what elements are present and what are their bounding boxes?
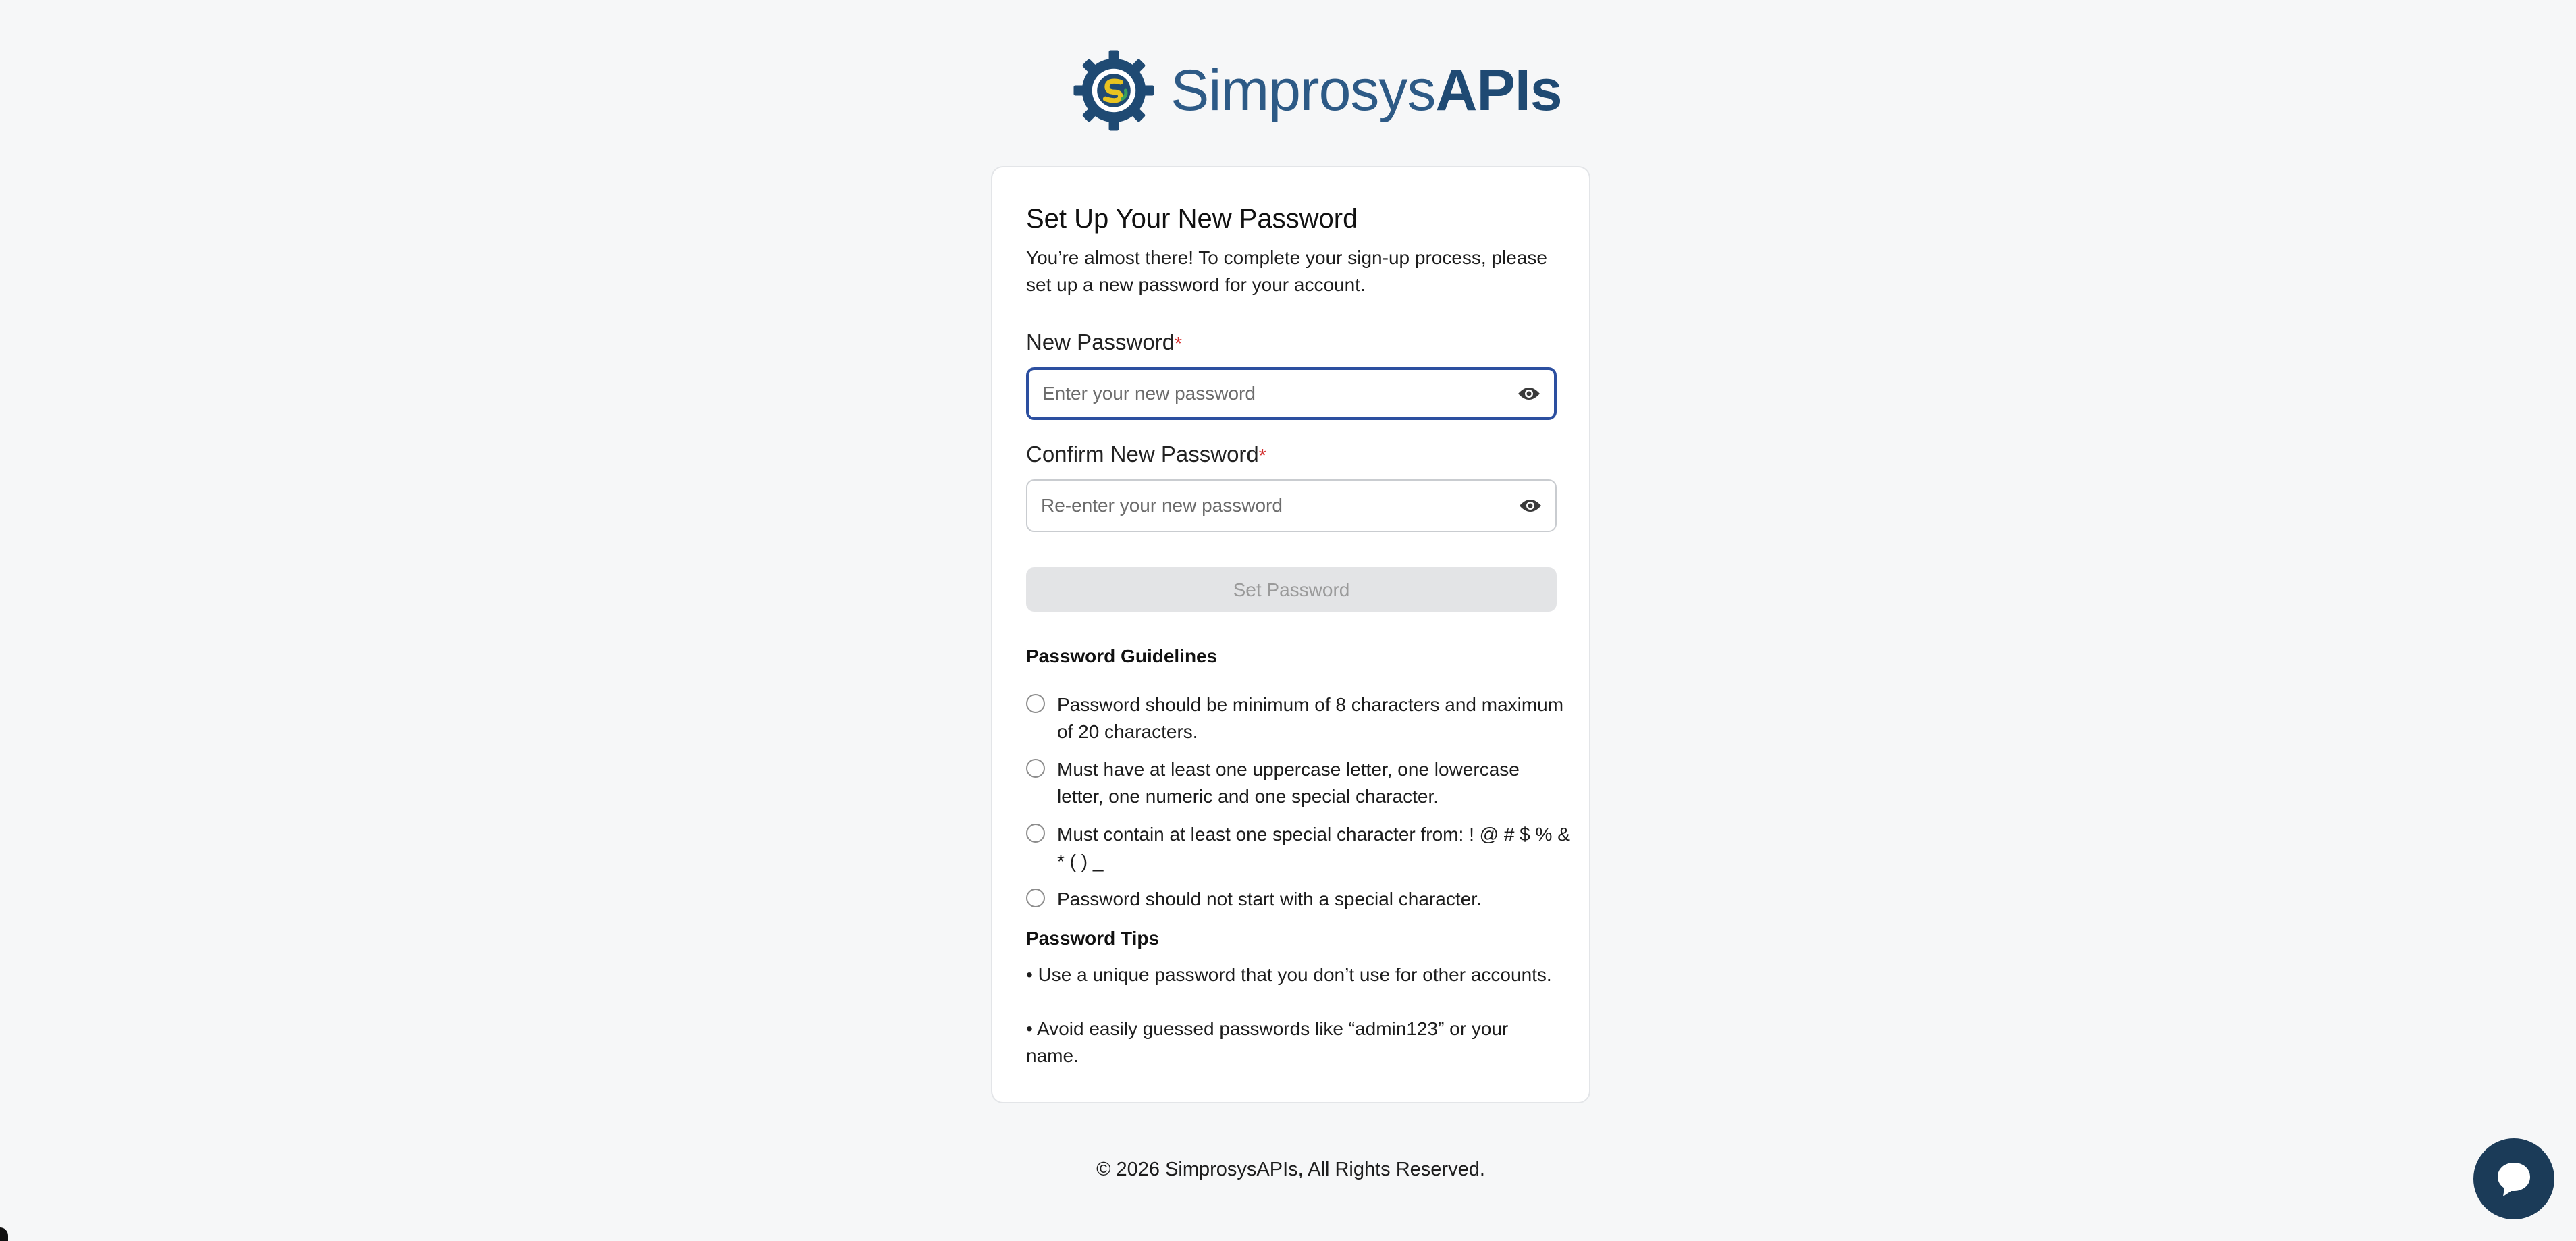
guideline-text: Must contain at least one special charac… xyxy=(1057,824,1570,872)
footer-copyright: © 2026 SimprosysAPIs, All Rights Reserve… xyxy=(1096,1159,1485,1180)
chat-bubble-icon xyxy=(2498,1163,2530,1196)
page-subtitle: You’re almost there! To complete your si… xyxy=(1026,247,1547,295)
new-password-input[interactable] xyxy=(1029,370,1495,417)
guideline-text: Password should not start with a special… xyxy=(1057,889,1482,909)
eye-icon[interactable] xyxy=(1519,498,1542,513)
tip-item: • Use a unique password that you don’t u… xyxy=(1026,964,1552,985)
guidelines-title: Password Guidelines xyxy=(1026,645,1218,666)
new-password-label: New Password* xyxy=(1026,329,1182,354)
chat-widget-button[interactable] xyxy=(2473,1138,2554,1219)
radio-indicator xyxy=(1026,824,1045,843)
gear-logo-icon xyxy=(1073,50,1154,131)
confirm-password-field xyxy=(1026,479,1557,532)
eye-icon[interactable] xyxy=(1518,386,1540,401)
confirm-password-input[interactable] xyxy=(1027,481,1493,531)
tip-item: • Avoid easily guessed passwords like “a… xyxy=(1026,1018,1509,1066)
set-password-button[interactable]: Set Password xyxy=(1026,567,1557,612)
brand-logo: SimprosysAPIs xyxy=(1072,49,1563,132)
radio-indicator xyxy=(1026,759,1045,778)
brand-name: SimprosysAPIs xyxy=(1171,57,1563,123)
tips-title: Password Tips xyxy=(1026,928,1160,949)
required-mark: * xyxy=(1175,333,1182,354)
new-password-field xyxy=(1026,367,1557,420)
required-mark: * xyxy=(1258,445,1266,466)
password-setup-card: Set Up Your New Password You’re almost t… xyxy=(991,166,1590,1103)
guideline-text: Must have at least one uppercase letter,… xyxy=(1057,759,1520,807)
page-title: Set Up Your New Password xyxy=(1026,204,1358,234)
guideline-text: Password should be minimum of 8 characte… xyxy=(1057,694,1564,742)
radio-indicator xyxy=(1026,889,1045,907)
radio-indicator xyxy=(1026,694,1045,713)
confirm-password-label: Confirm New Password* xyxy=(1026,442,1266,467)
window-corner xyxy=(0,1227,8,1241)
